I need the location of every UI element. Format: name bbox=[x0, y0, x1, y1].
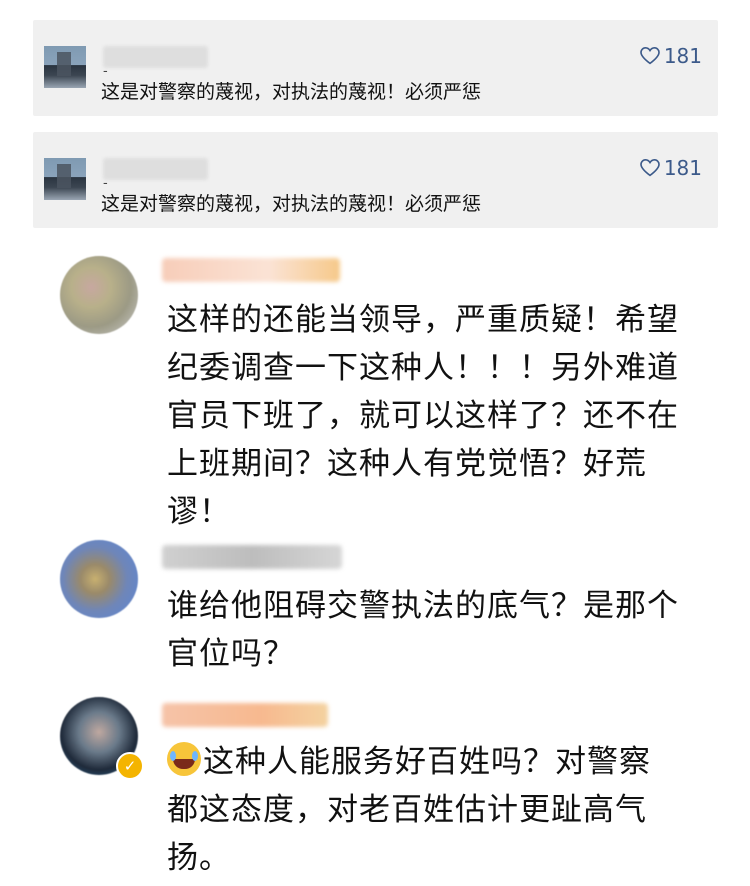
comment-text: 这种人能服务好百姓吗？对警察 都这态度，对老百姓估计更趾高气 扬。 bbox=[167, 738, 707, 882]
top-comment-card-2[interactable]: - 这是对警察的蔑视，对执法的蔑视！必须严惩 181 bbox=[33, 132, 718, 228]
like-count: 181 bbox=[663, 156, 702, 180]
comment-line: 上班期间？这种人有党觉悟？好荒 bbox=[167, 446, 647, 482]
verified-badge-icon: ✓ bbox=[116, 752, 144, 780]
comment-line: 官员下班了，就可以这样了？还不在 bbox=[167, 398, 679, 434]
heart-outline-icon bbox=[639, 47, 660, 65]
username-blurred[interactable] bbox=[162, 703, 328, 727]
comment-line: 谁给他阻碍交警执法的底气？是那个 bbox=[167, 588, 679, 624]
like-count: 181 bbox=[663, 44, 702, 68]
user-avatar[interactable] bbox=[60, 540, 138, 618]
user-avatar[interactable] bbox=[60, 256, 138, 334]
username-blurred[interactable] bbox=[103, 46, 208, 68]
comment-line: 纪委调查一下这种人！！！另外难道 bbox=[167, 350, 679, 386]
username-blurred[interactable] bbox=[162, 258, 340, 282]
username-blurred[interactable] bbox=[162, 545, 342, 569]
comment-line: 都这态度，对老百姓估计更趾高气 bbox=[167, 792, 647, 828]
comment-line: 这种人能服务好百姓吗？对警察 bbox=[167, 738, 707, 786]
comment-text: 这样的还能当领导，严重质疑！希望 纪委调查一下这种人！！！另外难道 官员下班了，… bbox=[167, 296, 707, 536]
user-avatar[interactable] bbox=[44, 46, 86, 88]
heart-outline-icon bbox=[639, 159, 660, 177]
user-avatar[interactable] bbox=[44, 158, 86, 200]
top-comment-card-1[interactable]: - 这是对警察的蔑视，对执法的蔑视！必须严惩 181 bbox=[33, 20, 718, 116]
like-button[interactable]: 181 bbox=[639, 156, 702, 180]
comment-text: 谁给他阻碍交警执法的底气？是那个 官位吗？ bbox=[167, 582, 707, 678]
comment-line: 扬。 bbox=[167, 840, 231, 876]
like-button[interactable]: 181 bbox=[639, 44, 702, 68]
comment-text: 这是对警察的蔑视，对执法的蔑视！必须严惩 bbox=[101, 193, 482, 215]
comment-line: 官位吗？ bbox=[167, 636, 295, 672]
comment-line: 这样的还能当领导，严重质疑！希望 bbox=[167, 302, 679, 338]
comment-text: 这是对警察的蔑视，对执法的蔑视！必须严惩 bbox=[101, 81, 482, 103]
username-blurred[interactable] bbox=[103, 158, 208, 180]
comment-line: 谬！ bbox=[167, 494, 231, 530]
laughing-crying-emoji-icon bbox=[167, 742, 201, 776]
comment-line-text: 这种人能服务好百姓吗？对警察 bbox=[203, 744, 651, 780]
